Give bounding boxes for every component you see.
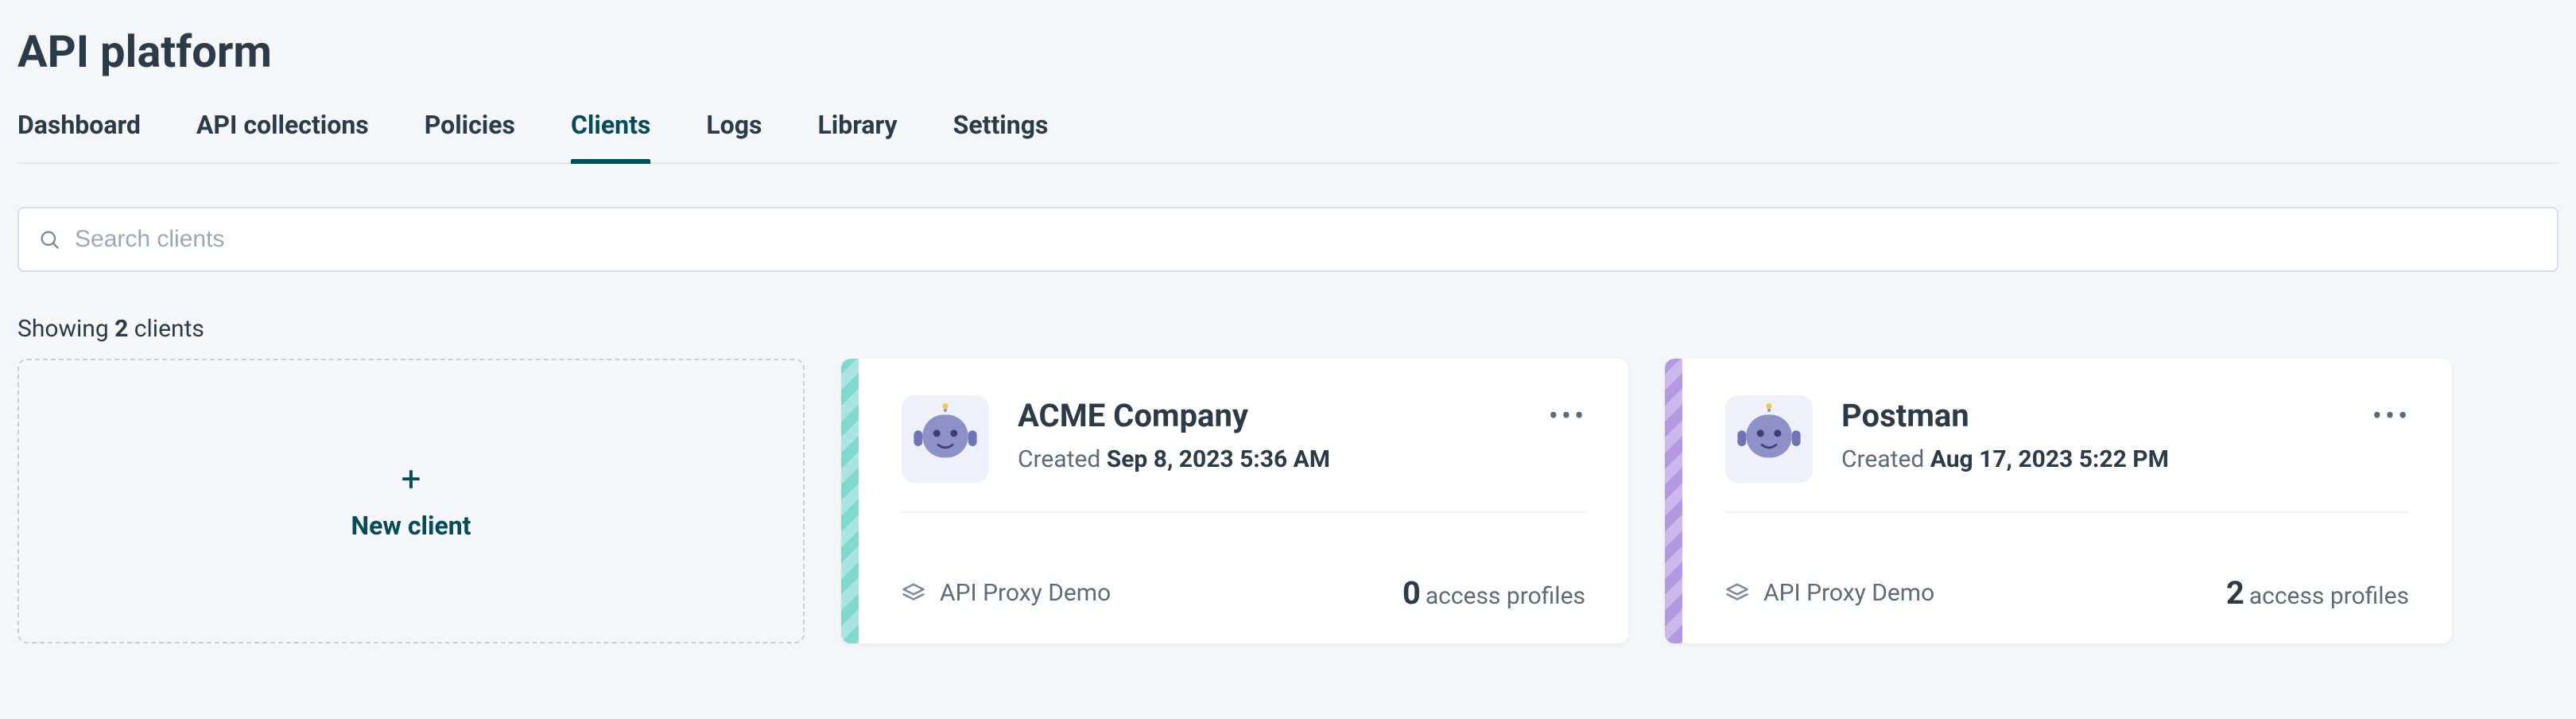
access-profiles: 2access profiles xyxy=(2226,574,2409,612)
new-client-label: New client xyxy=(351,511,471,541)
showing-number: 2 xyxy=(114,315,128,343)
more-menu-button[interactable]: ••• xyxy=(1550,398,1585,433)
tab-api-collections[interactable]: API collections xyxy=(196,110,369,162)
tab-clients[interactable]: Clients xyxy=(571,110,650,162)
more-icon: ••• xyxy=(1549,399,1587,433)
showing-count: Showing 2 clients xyxy=(17,315,2559,343)
access-profiles: 0access profiles xyxy=(1402,574,1585,612)
more-icon: ••• xyxy=(2372,399,2411,433)
created-line: Created Sep 8, 2023 5:36 AM xyxy=(1018,445,1522,473)
collection-name: API Proxy Demo xyxy=(1763,579,1934,607)
client-card[interactable]: Postman Created Aug 17, 2023 5:22 PM ••• xyxy=(1665,359,2452,643)
showing-prefix: Showing xyxy=(17,315,114,343)
profiles-count: 0 xyxy=(1402,574,1421,612)
robot-icon xyxy=(910,403,981,475)
layers-icon xyxy=(1725,581,1749,605)
created-date: Sep 8, 2023 5:36 AM xyxy=(1107,445,1330,473)
profiles-label: access profiles xyxy=(1426,582,1585,610)
collection-name: API Proxy Demo xyxy=(940,579,1111,607)
client-card[interactable]: ACME Company Created Sep 8, 2023 5:36 AM… xyxy=(841,359,1628,643)
search-field[interactable] xyxy=(17,207,2559,272)
tabs-nav: Dashboard API collections Policies Clien… xyxy=(17,110,2559,164)
showing-suffix: clients xyxy=(128,315,204,343)
profiles-count: 2 xyxy=(2226,574,2244,612)
layers-icon xyxy=(902,581,925,605)
created-prefix: Created xyxy=(1841,445,1930,473)
new-client-button[interactable]: + New client xyxy=(17,359,805,643)
collection-link[interactable]: API Proxy Demo xyxy=(902,579,1111,607)
page-title: API platform xyxy=(17,25,2559,78)
divider xyxy=(902,511,1585,513)
divider xyxy=(1725,511,2409,513)
profiles-label: access profiles xyxy=(2249,582,2409,610)
created-prefix: Created xyxy=(1018,445,1107,473)
client-name: ACME Company xyxy=(1018,397,1522,434)
tab-logs[interactable]: Logs xyxy=(706,110,762,162)
tab-dashboard[interactable]: Dashboard xyxy=(17,110,141,162)
tab-library[interactable]: Library xyxy=(817,110,897,162)
search-icon xyxy=(38,228,60,251)
collection-link[interactable]: API Proxy Demo xyxy=(1725,579,1934,607)
plus-icon: + xyxy=(402,461,421,496)
client-name: Postman xyxy=(1841,397,2345,434)
created-date: Aug 17, 2023 5:22 PM xyxy=(1930,445,2169,473)
avatar xyxy=(902,395,989,483)
robot-icon xyxy=(1733,403,1805,475)
tab-settings[interactable]: Settings xyxy=(953,110,1049,162)
search-input[interactable] xyxy=(75,226,2538,253)
card-stripe xyxy=(841,359,859,643)
tab-policies[interactable]: Policies xyxy=(425,110,515,162)
card-stripe xyxy=(1665,359,1682,643)
more-menu-button[interactable]: ••• xyxy=(2374,398,2409,433)
created-line: Created Aug 17, 2023 5:22 PM xyxy=(1841,445,2345,473)
avatar xyxy=(1725,395,1813,483)
